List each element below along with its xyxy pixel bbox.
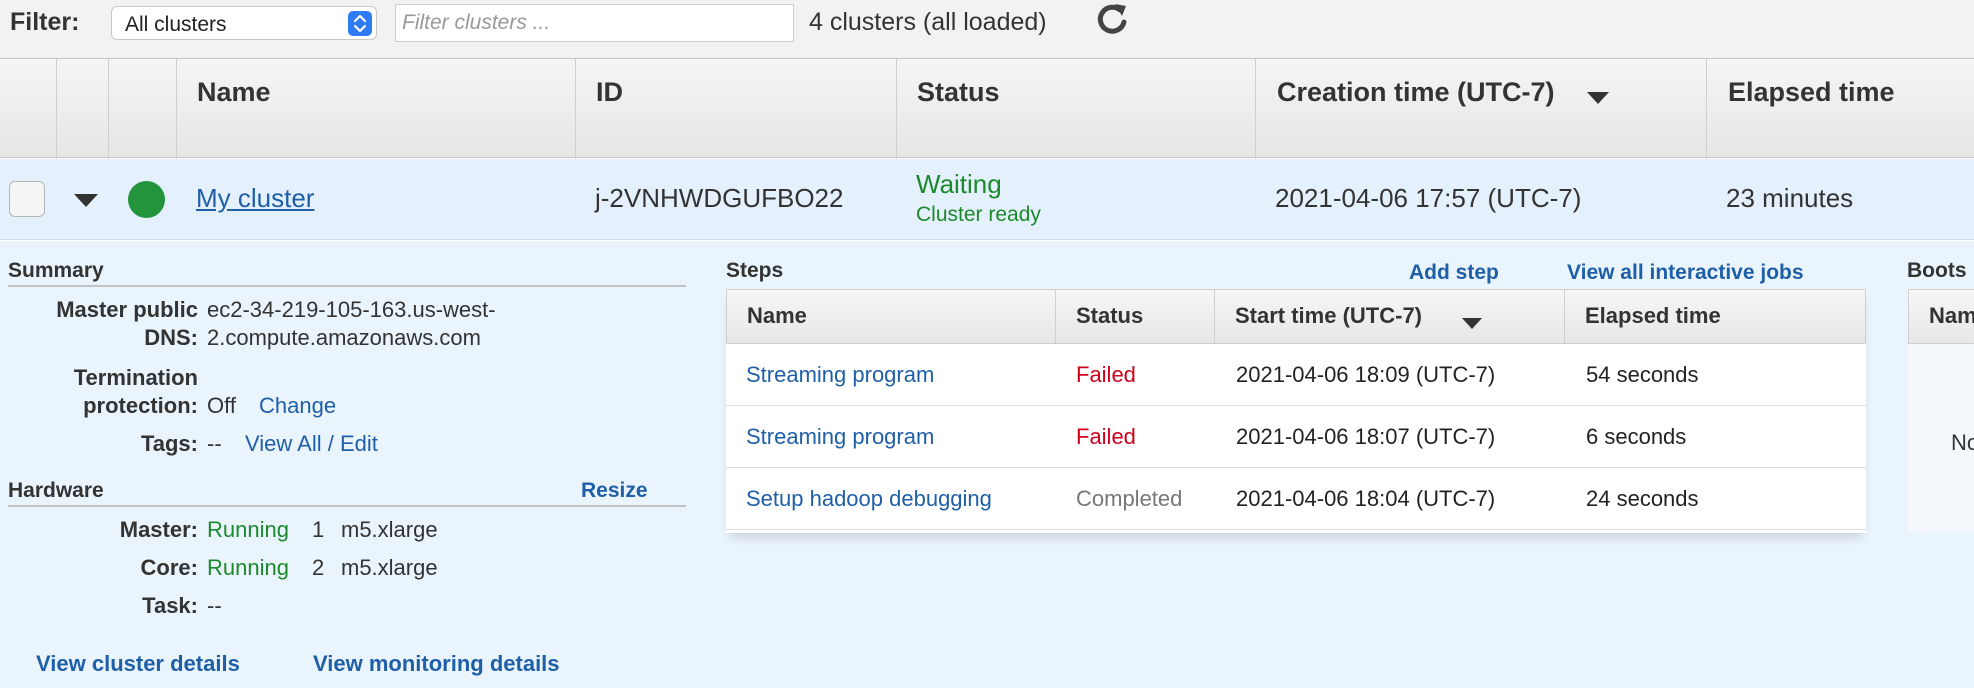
task-key: Task: [142, 593, 198, 618]
hardware-heading: Hardware [8, 479, 104, 502]
header-expand-col [57, 59, 109, 159]
core-count: 2 [312, 555, 325, 580]
filter-clusters-input[interactable] [396, 5, 793, 41]
master-state: Running [207, 517, 289, 542]
steps-table-header: Name Status Start time (UTC-7) Elapsed t… [726, 289, 1866, 344]
bootstrap-empty-text: No [1951, 430, 1974, 455]
cluster-elapsed-time: 23 minutes [1726, 183, 1854, 213]
termination-protection-key-2: protection: [83, 393, 198, 418]
header-select-col [0, 59, 57, 159]
hardware-divider [8, 505, 686, 507]
cluster-id: j-2VNHWDGUFBO22 [595, 183, 844, 213]
step-elapsed: 54 seconds [1586, 362, 1699, 387]
add-step-link[interactable]: Add step [1409, 261, 1499, 285]
master-dns-key: Master public [56, 297, 198, 322]
core-key: Core: [140, 555, 198, 580]
view-interactive-jobs-link[interactable]: View all interactive jobs [1567, 261, 1804, 285]
sort-desc-icon [1587, 92, 1609, 104]
steps-heading: Steps [726, 259, 784, 282]
step-elapsed: 24 seconds [1586, 486, 1699, 511]
bootstrap-col-name[interactable]: Nam [1929, 303, 1974, 329]
filter-bar: Filter: All clusters 4 clusters (all loa… [0, 0, 1974, 58]
column-header-creation-time[interactable]: Creation time (UTC-7) [1256, 59, 1707, 159]
column-header-status[interactable]: Status [897, 59, 1256, 159]
resize-link[interactable]: Resize [581, 479, 648, 503]
core-instance-type: m5.xlarge [341, 555, 438, 580]
cluster-count: 4 clusters (all loaded) [809, 8, 1047, 36]
filter-clusters-input-wrap [395, 4, 794, 42]
task-value: -- [207, 593, 222, 618]
refresh-icon[interactable] [1093, 0, 1133, 40]
steps-col-status[interactable]: Status [1056, 290, 1215, 343]
select-value: All clusters [125, 13, 227, 36]
column-header-elapsed-time[interactable]: Elapsed time [1707, 59, 1974, 159]
step-status: Completed [1076, 486, 1183, 511]
step-elapsed: 6 seconds [1586, 424, 1687, 449]
cluster-filter-select[interactable]: All clusters [111, 6, 377, 40]
step-start-time: 2021-04-06 18:09 (UTC-7) [1236, 362, 1496, 387]
updown-chevron-icon [348, 11, 372, 36]
step-name-link[interactable]: Streaming program [746, 362, 934, 388]
bootstrap-heading: Boots [1907, 259, 1967, 282]
view-cluster-details-link[interactable]: View cluster details [36, 651, 240, 677]
filter-label: Filter: [10, 8, 80, 36]
cluster-details-panel: Summary Master public DNS: ec2-34-219-10… [0, 241, 1974, 688]
step-row: Streaming program Failed 2021-04-06 18:0… [726, 344, 1866, 406]
step-status: Failed [1076, 362, 1136, 387]
cluster-row-checkbox[interactable] [9, 181, 45, 217]
column-header-name[interactable]: Name [177, 59, 576, 159]
collapse-caret-icon[interactable] [74, 194, 98, 213]
step-row: Streaming program Failed 2021-04-06 18:0… [726, 406, 1866, 468]
cluster-status-dot-icon [128, 181, 165, 218]
step-name-link[interactable]: Setup hadoop debugging [746, 486, 992, 512]
master-count: 1 [312, 517, 325, 542]
master-dns-key-2: DNS: [144, 325, 198, 350]
master-instance-type: m5.xlarge [341, 517, 438, 542]
tags-value: -- [207, 431, 222, 456]
bootstrap-table-header: Nam [1908, 289, 1974, 344]
view-monitoring-details-link[interactable]: View monitoring details [313, 651, 560, 677]
cluster-creation-time: 2021-04-06 17:57 (UTC-7) [1275, 183, 1582, 213]
view-edit-tags-link[interactable]: View All / Edit [245, 431, 378, 457]
cluster-name-link[interactable]: My cluster [196, 183, 314, 214]
cluster-status-detail: Cluster ready [916, 203, 1041, 226]
master-dns-value: ec2-34-219-105-163.us-west- [207, 297, 496, 322]
step-start-time: 2021-04-06 18:04 (UTC-7) [1236, 486, 1496, 511]
step-name-link[interactable]: Streaming program [746, 424, 934, 450]
master-dns-value-2: 2.compute.amazonaws.com [207, 325, 481, 350]
step-row: Setup hadoop debugging Completed 2021-04… [726, 468, 1866, 530]
termination-protection-value: Off [207, 393, 236, 418]
steps-table: Name Status Start time (UTC-7) Elapsed t… [726, 289, 1866, 533]
tags-key: Tags: [140, 431, 198, 456]
sort-desc-icon [1462, 318, 1482, 329]
termination-protection-key: Termination [73, 365, 198, 390]
step-start-time: 2021-04-06 18:07 (UTC-7) [1236, 424, 1496, 449]
header-status-dot-col [109, 59, 177, 159]
master-key: Master: [119, 517, 198, 542]
steps-col-name[interactable]: Name [727, 290, 1056, 343]
summary-divider [8, 285, 686, 287]
change-termination-link[interactable]: Change [259, 393, 336, 419]
steps-col-elapsed[interactable]: Elapsed time [1565, 290, 1865, 343]
steps-col-start-time[interactable]: Start time (UTC-7) [1215, 290, 1565, 343]
cluster-row[interactable]: My cluster j-2VNHWDGUFBO22 Waiting Clust… [0, 159, 1974, 240]
column-header-id[interactable]: ID [576, 59, 897, 159]
summary-heading: Summary [8, 259, 104, 282]
cluster-status: Waiting [916, 169, 1002, 199]
step-status: Failed [1076, 424, 1136, 449]
bootstrap-table-body: No [1908, 344, 1974, 533]
core-state: Running [207, 555, 289, 580]
clusters-table-header: Name ID Status Creation time (UTC-7) Ela… [0, 58, 1974, 159]
